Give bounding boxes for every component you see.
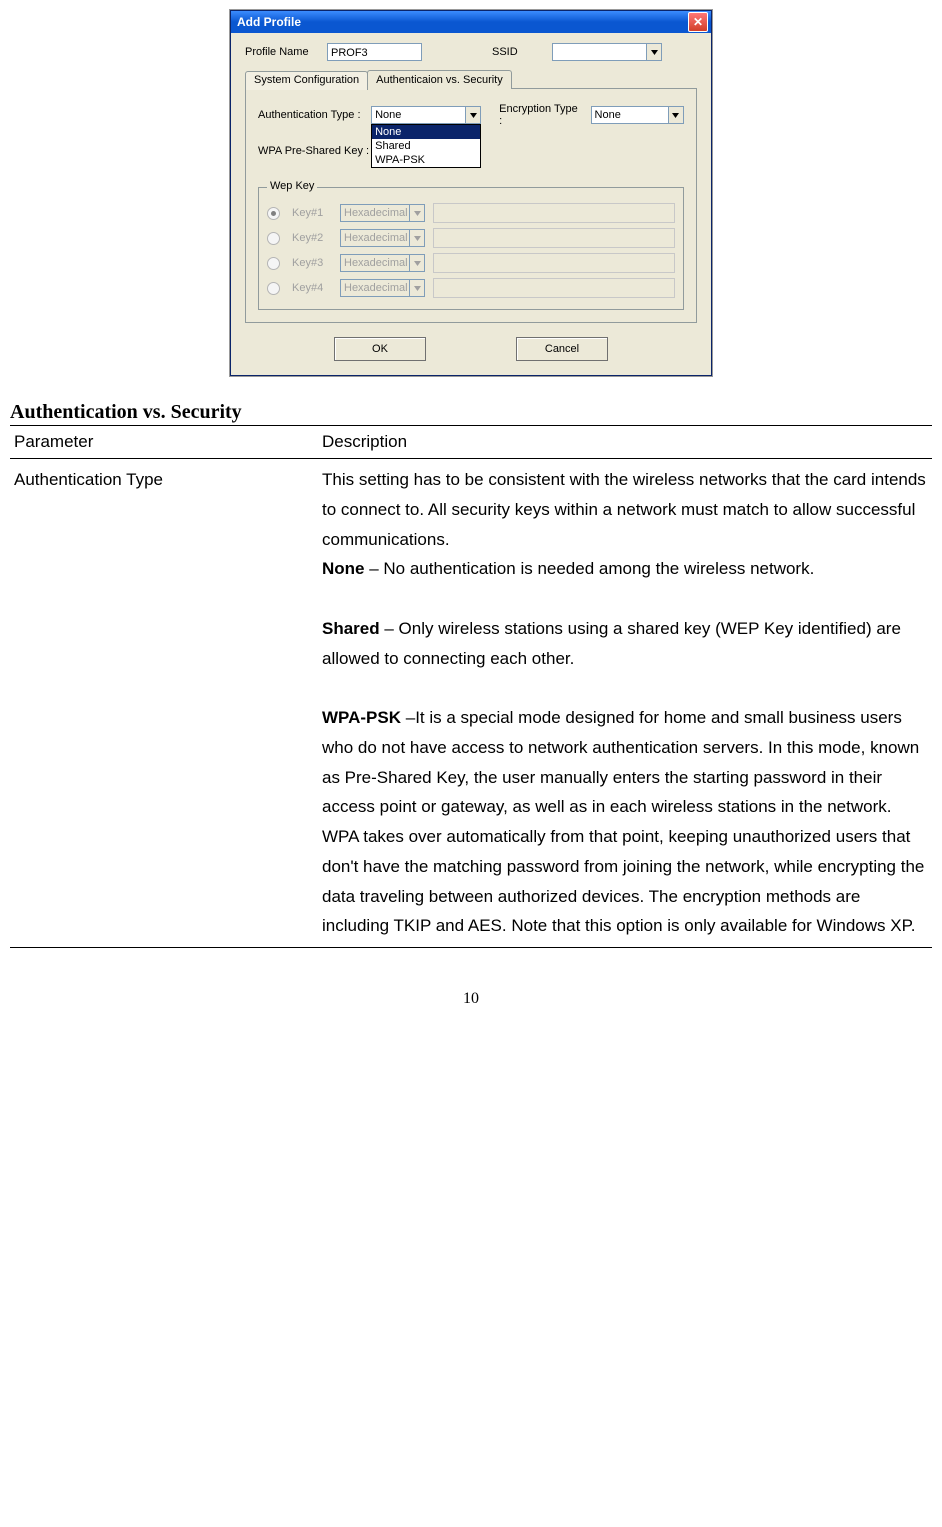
auth-type-option-wpa-psk[interactable]: WPA-PSK	[372, 153, 480, 167]
chevron-down-icon[interactable]	[465, 107, 480, 123]
ssid-label: SSID	[492, 46, 532, 58]
enc-type-value: None	[592, 107, 668, 123]
wpa-psk-label: WPA Pre-Shared Key :	[258, 145, 373, 157]
col-parameter: Parameter	[10, 426, 318, 459]
param-description: This setting has to be consistent with t…	[318, 459, 932, 948]
desc-intro: This setting has to be consistent with t…	[322, 470, 926, 549]
tab-system-configuration[interactable]: System Configuration	[245, 71, 368, 90]
desc-none-label: None	[322, 559, 365, 578]
enc-type-label: Encryption Type :	[499, 103, 582, 127]
enc-type-combo[interactable]: None	[591, 106, 684, 124]
wep-row: Key#1 Hexadecimal	[267, 203, 675, 223]
wep-key2-input[interactable]	[433, 228, 675, 248]
auth-type-dropdown-list: None Shared WPA-PSK	[371, 124, 481, 168]
wep-row: Key#2 Hexadecimal	[267, 228, 675, 248]
wep-key3-label: Key#3	[292, 257, 332, 269]
wep-key2-radio[interactable]	[267, 232, 280, 245]
close-icon[interactable]: ✕	[688, 12, 708, 32]
wep-key3-format[interactable]: Hexadecimal	[340, 254, 425, 272]
window-title: Add Profile	[237, 15, 301, 29]
chevron-down-icon	[409, 280, 424, 296]
chevron-down-icon[interactable]	[646, 44, 661, 60]
chevron-down-icon[interactable]	[668, 107, 683, 123]
desc-none-text: – No authentication is needed among the …	[365, 559, 815, 578]
wep-key4-radio[interactable]	[267, 282, 280, 295]
wep-key4-label: Key#4	[292, 282, 332, 294]
desc-wpa-label: WPA-PSK	[322, 708, 401, 727]
wep-key1-input[interactable]	[433, 203, 675, 223]
wep-key4-format[interactable]: Hexadecimal	[340, 279, 425, 297]
ok-button[interactable]: OK	[334, 337, 426, 361]
wep-key3-radio[interactable]	[267, 257, 280, 270]
add-profile-dialog: Add Profile ✕ Profile Name PROF3 SSID Sy…	[230, 10, 712, 376]
profile-name-input[interactable]: PROF3	[327, 43, 422, 61]
desc-shared-label: Shared	[322, 619, 380, 638]
cancel-button[interactable]: Cancel	[516, 337, 608, 361]
titlebar: Add Profile ✕	[231, 11, 711, 33]
profile-name-label: Profile Name	[245, 46, 327, 58]
wep-key1-format[interactable]: Hexadecimal	[340, 204, 425, 222]
wep-key2-format[interactable]: Hexadecimal	[340, 229, 425, 247]
ssid-combo[interactable]	[552, 43, 662, 61]
auth-type-option-none[interactable]: None	[372, 125, 480, 139]
chevron-down-icon	[409, 205, 424, 221]
wep-row: Key#4 Hexadecimal	[267, 278, 675, 298]
page-number: 10	[0, 990, 942, 1008]
wep-key1-label: Key#1	[292, 207, 332, 219]
desc-wpa-text: –It is a special mode designed for home …	[322, 708, 924, 935]
param-name: Authentication Type	[10, 459, 318, 948]
section-title: Authentication vs. Security	[10, 401, 932, 426]
auth-type-combo[interactable]: None	[371, 106, 481, 124]
auth-type-option-shared[interactable]: Shared	[372, 139, 480, 153]
col-description: Description	[318, 426, 932, 459]
desc-shared-text: – Only wireless stations using a shared …	[322, 619, 901, 668]
wep-key2-label: Key#2	[292, 232, 332, 244]
wep-key1-radio[interactable]	[267, 207, 280, 220]
params-table: Parameter Description Authentication Typ…	[10, 426, 932, 948]
chevron-down-icon	[409, 230, 424, 246]
auth-type-value: None	[372, 107, 465, 123]
wep-key-legend: Wep Key	[267, 180, 317, 192]
auth-type-label: Authentication Type :	[258, 109, 371, 121]
wep-row: Key#3 Hexadecimal	[267, 253, 675, 273]
wep-key-fieldset: Wep Key Key#1 Hexadecimal Key#2 Hexadeci…	[258, 187, 684, 310]
chevron-down-icon	[409, 255, 424, 271]
ssid-value	[553, 44, 646, 60]
wep-key3-input[interactable]	[433, 253, 675, 273]
tab-authentication-security[interactable]: Authenticaion vs. Security	[367, 70, 512, 89]
tab-panel: Authentication Type : None None Shared W…	[245, 88, 697, 323]
wep-key4-input[interactable]	[433, 278, 675, 298]
